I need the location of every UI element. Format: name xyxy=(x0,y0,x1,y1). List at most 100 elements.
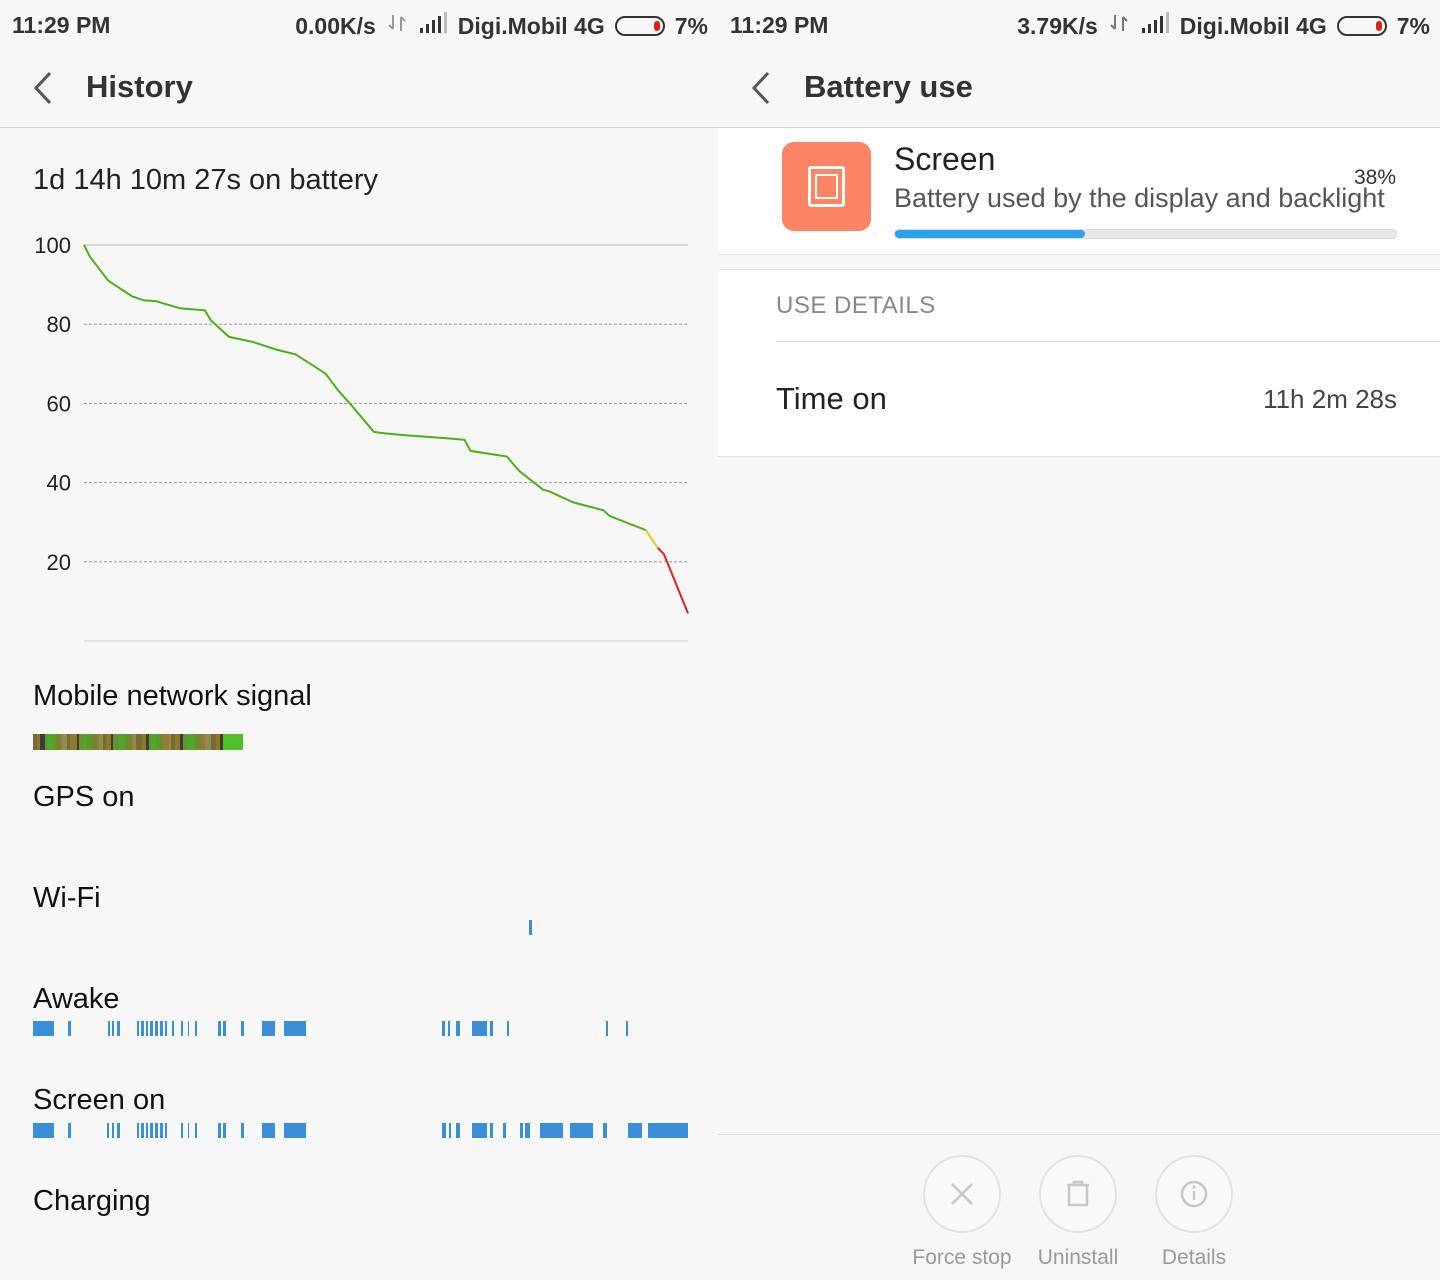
awake-segment xyxy=(195,1021,197,1036)
divider xyxy=(776,341,1440,342)
signal-segment xyxy=(111,734,113,750)
awake-segment xyxy=(165,1021,167,1036)
awake-segment xyxy=(188,1021,189,1036)
signal-segment xyxy=(133,734,136,750)
battery-use-screen: 11:29 PM 3.79K/s Digi.Mobil 4G 7% Batter… xyxy=(718,0,1440,1280)
awake-segment xyxy=(33,1021,54,1036)
screen-on-segment xyxy=(628,1123,642,1138)
page-title: History xyxy=(86,69,193,104)
signal-segment xyxy=(106,734,111,750)
signal-segment xyxy=(99,734,103,750)
status-time: 11:29 PM xyxy=(12,12,111,38)
signal-segment xyxy=(62,734,67,750)
signal-segment xyxy=(123,734,126,750)
screen-on-segment xyxy=(195,1123,197,1138)
awake-label: Awake xyxy=(33,983,120,1015)
close-icon xyxy=(923,1155,1001,1233)
data-activity-icon xyxy=(1108,12,1130,40)
signal-segment xyxy=(70,734,77,750)
force-stop-button[interactable]: Force stop xyxy=(897,1155,1027,1270)
screen-on-segment xyxy=(33,1123,54,1138)
usage-item-title: Screen xyxy=(894,141,996,177)
data-activity-icon xyxy=(386,12,408,40)
signal-segment xyxy=(56,734,60,750)
signal-segment xyxy=(211,734,216,750)
awake-segment xyxy=(137,1021,139,1036)
signal-segment xyxy=(216,734,220,750)
screen-on-segment xyxy=(570,1123,593,1138)
wifi-segment xyxy=(529,920,532,935)
awake-segment xyxy=(218,1021,221,1036)
screen-on-segment xyxy=(603,1123,607,1138)
awake-segment xyxy=(448,1021,450,1036)
details-label: Details xyxy=(1161,1246,1227,1269)
screen-on-segment xyxy=(107,1123,109,1138)
signal-segment xyxy=(163,734,169,750)
y-tick-label: 60 xyxy=(47,391,71,416)
signal-segment xyxy=(228,734,230,750)
screen-on-segment xyxy=(146,1123,148,1138)
signal-segment xyxy=(103,734,106,750)
signal-segment xyxy=(40,734,45,750)
screen-on-segment xyxy=(520,1123,523,1138)
awake-segment xyxy=(456,1021,460,1036)
history-screen: 11:29 PM 0.00K/s Digi.Mobil 4G 7% Histor… xyxy=(0,0,718,1280)
screen-on-segment xyxy=(155,1123,158,1138)
usage-item-percent: 38% xyxy=(1353,166,1396,189)
awake-segment xyxy=(150,1021,153,1036)
uninstall-label: Uninstall xyxy=(1037,1246,1119,1269)
signal-segment xyxy=(223,734,228,750)
network-speed: 3.79K/s xyxy=(1017,12,1098,39)
force-stop-label: Force stop xyxy=(912,1246,1012,1269)
status-bar: 11:29 PM 0.00K/s Digi.Mobil 4G 7% xyxy=(0,0,718,50)
signal-icon xyxy=(1140,12,1170,40)
awake-segment xyxy=(146,1021,148,1036)
back-icon[interactable] xyxy=(748,70,778,106)
signal-segment xyxy=(236,734,239,750)
back-icon[interactable] xyxy=(30,70,60,106)
usage-item-description: Battery used by the display and backligh… xyxy=(894,183,1385,213)
signal-segment xyxy=(33,734,37,750)
signal-segment xyxy=(79,734,83,750)
screen-on-segment xyxy=(160,1123,163,1138)
battery-chart: 100 80 60 40 20 xyxy=(34,233,689,642)
awake-segment xyxy=(117,1021,120,1036)
signal-segment xyxy=(91,734,97,750)
signal-segment xyxy=(149,734,151,750)
signal-segment xyxy=(67,734,70,750)
y-tick-label: 40 xyxy=(47,471,71,496)
battery-level-line-high xyxy=(83,244,647,532)
signal-segment xyxy=(77,734,79,750)
screen-on-segment xyxy=(223,1123,226,1138)
signal-segment xyxy=(169,734,171,750)
signal-segment xyxy=(53,734,56,750)
screen-on-segment xyxy=(117,1123,120,1138)
details-button[interactable]: Details xyxy=(1129,1155,1259,1270)
screen-on-segment xyxy=(241,1123,244,1138)
awake-segment xyxy=(160,1021,163,1036)
signal-segment xyxy=(239,734,243,750)
signal-segment xyxy=(171,734,175,750)
screen-on-segment xyxy=(472,1123,487,1138)
screen-on-segment xyxy=(449,1123,451,1138)
awake-segment xyxy=(223,1021,226,1036)
signal-segment xyxy=(60,734,62,750)
screen-on-segment xyxy=(442,1123,446,1138)
screen-on-segment xyxy=(490,1123,493,1138)
y-tick-label: 20 xyxy=(47,550,71,575)
awake-segment xyxy=(241,1021,244,1036)
signal-segment xyxy=(126,734,131,750)
awake-segment xyxy=(172,1021,174,1036)
screen-on-segment xyxy=(648,1123,688,1138)
screen-on-segment xyxy=(188,1123,189,1138)
awake-segment xyxy=(181,1021,183,1036)
uninstall-button[interactable]: Uninstall xyxy=(1013,1155,1143,1270)
screen-on-segment xyxy=(112,1123,114,1138)
bottom-action-bar: Force stop Uninstall Details xyxy=(718,1134,1440,1280)
status-time: 11:29 PM xyxy=(730,12,829,38)
screen-on-segment xyxy=(165,1123,167,1138)
signal-segment xyxy=(187,734,193,750)
screen-on-label: Screen on xyxy=(33,1084,166,1116)
awake-segment xyxy=(507,1021,509,1036)
signal-segment xyxy=(83,734,86,750)
